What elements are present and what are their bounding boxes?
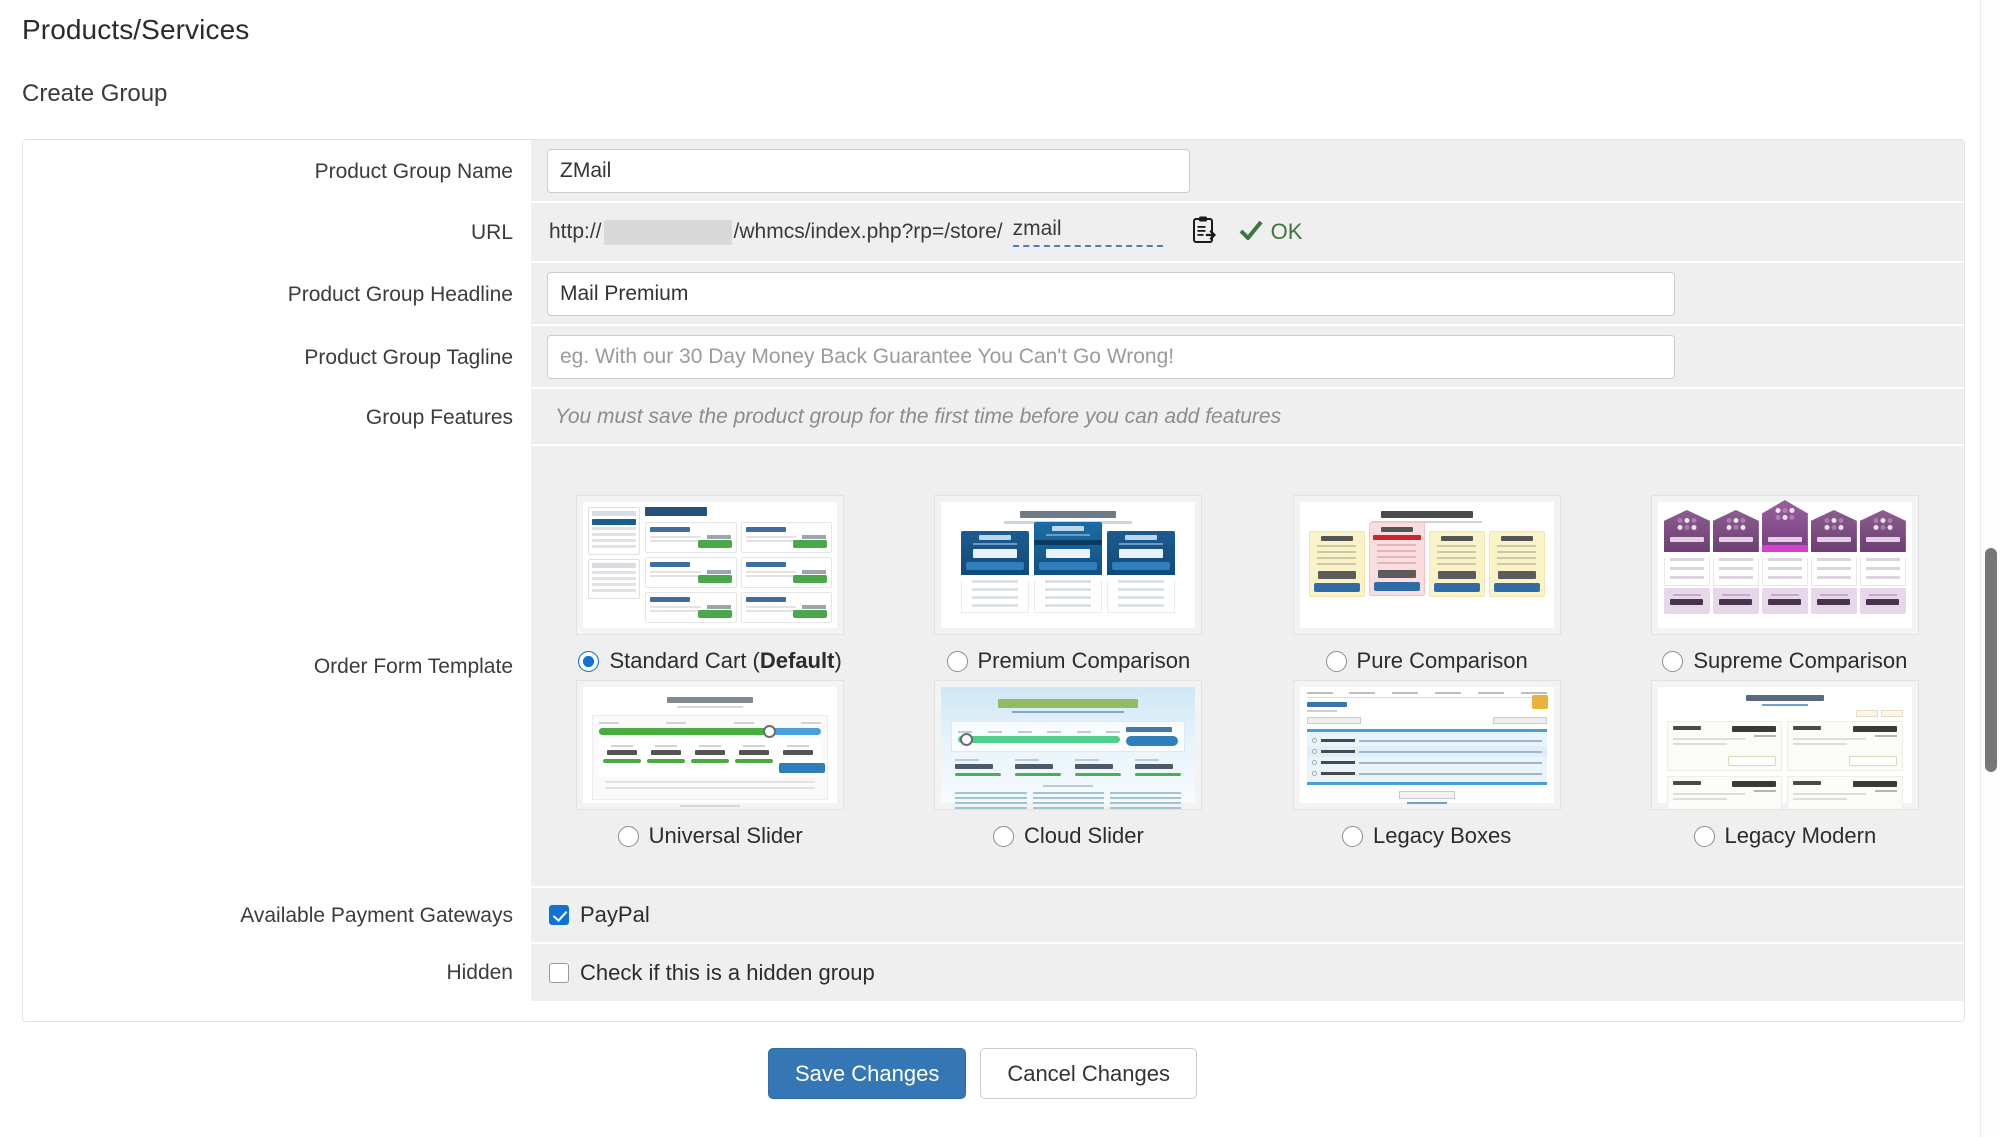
radio-option-standard-cart[interactable]: Standard Cart (Default)	[578, 648, 842, 674]
radio-option-premium-comparison[interactable]: Premium Comparison	[946, 648, 1191, 674]
radio-option-legacy-boxes[interactable]: Legacy Boxes	[1342, 823, 1511, 849]
row-product-group-headline: Product Group Headline	[23, 263, 1964, 326]
thumbnail-standard-cart[interactable]	[576, 495, 845, 635]
template-option-legacy-modern[interactable]: Legacy Modern	[1606, 680, 1964, 849]
hidden-group-toggle[interactable]: Check if this is a hidden group	[531, 960, 875, 986]
checkbox-paypal[interactable]	[549, 905, 569, 925]
radio-supreme-comparison[interactable]	[1662, 650, 1684, 672]
product-group-headline-input[interactable]	[547, 271, 1675, 316]
template-option-premium-comparison[interactable]: Premium Comparison	[889, 495, 1247, 674]
url-slug-editable[interactable]: zmail	[1012, 217, 1163, 247]
url-status: OK	[1239, 219, 1303, 245]
template-option-standard-cart[interactable]: Standard Cart (Default)	[531, 495, 889, 674]
breadcrumb: Products/Services	[22, 14, 250, 45]
label-product-group-name: Product Group Name	[23, 140, 531, 203]
page-scrollbar-thumb[interactable]	[1985, 548, 1997, 772]
template-option-legacy-boxes[interactable]: Legacy Boxes	[1248, 680, 1606, 849]
label-legacy-modern: Legacy Modern	[1724, 823, 1877, 848]
check-icon	[1239, 220, 1263, 245]
thumbnail-pure-comparison[interactable]	[1292, 495, 1561, 635]
label-paypal: PayPal	[580, 902, 650, 927]
thumbnail-legacy-modern[interactable]	[1650, 680, 1919, 810]
radio-option-cloud-slider[interactable]: Cloud Slider	[992, 823, 1144, 849]
url-path: /whmcs/index.php?rp=/store/	[733, 220, 1003, 243]
label-hidden-group: Check if this is a hidden group	[580, 959, 875, 985]
row-order-form-template: Order Form Template Standard Cart (Defau…	[23, 446, 1964, 888]
thumbnail-supreme-comparison[interactable]	[1650, 495, 1919, 635]
row-product-group-tagline: Product Group Tagline	[23, 326, 1964, 389]
cancel-changes-button[interactable]: Cancel Changes	[980, 1048, 1197, 1100]
label-url: URL	[23, 203, 531, 263]
label-cloud-slider: Cloud Slider	[1023, 823, 1144, 848]
template-row-1: Standard Cart (Default) Premium Comparis…	[531, 495, 1964, 674]
save-changes-button[interactable]: Save Changes	[768, 1048, 967, 1100]
label-premium-comparison: Premium Comparison	[977, 648, 1191, 673]
template-option-cloud-slider[interactable]: Cloud Slider	[889, 680, 1247, 849]
create-group-form-panel: Product Group Name URL http:// /whmcs/in…	[22, 139, 1965, 1022]
template-option-universal-slider[interactable]: Universal Slider	[531, 680, 889, 849]
radio-cloud-slider[interactable]	[992, 825, 1014, 847]
gateway-paypal[interactable]: PayPal	[531, 902, 650, 928]
page-scrollbar-track[interactable]	[1980, 0, 2000, 1137]
label-available-payment-gateways: Available Payment Gateways	[23, 888, 531, 944]
radio-premium-comparison[interactable]	[946, 650, 968, 672]
row-available-payment-gateways: Available Payment Gateways PayPal	[23, 888, 1964, 944]
radio-option-pure-comparison[interactable]: Pure Comparison	[1325, 648, 1528, 674]
page-root: Products/Services Create Group Product G…	[0, 0, 2000, 1137]
cart-icon	[1531, 695, 1548, 709]
label-group-features: Group Features	[23, 389, 531, 446]
thumbnail-cloud-slider[interactable]	[934, 680, 1203, 810]
radio-option-legacy-modern[interactable]: Legacy Modern	[1693, 823, 1877, 849]
radio-legacy-boxes[interactable]	[1342, 825, 1364, 847]
label-product-group-headline: Product Group Headline	[23, 263, 531, 326]
order-form-template-grid: Standard Cart (Default) Premium Comparis…	[531, 469, 1964, 863]
clipboard-paste-icon[interactable]	[1191, 216, 1217, 249]
label-supreme-comparison: Supreme Comparison	[1693, 648, 1908, 673]
form-actions: Save Changes Cancel Changes	[0, 1048, 1965, 1100]
product-group-tagline-input[interactable]	[547, 334, 1675, 379]
template-option-pure-comparison[interactable]: Pure Comparison	[1248, 495, 1606, 674]
row-hidden: Hidden Check if this is a hidden group	[23, 944, 1964, 1001]
row-product-group-name: Product Group Name	[23, 140, 1964, 203]
radio-universal-slider[interactable]	[617, 825, 639, 847]
url-host-redacted	[603, 219, 732, 245]
label-pure-comparison: Pure Comparison	[1356, 648, 1528, 673]
label-order-form-template: Order Form Template	[23, 446, 531, 888]
label-standard-cart: Standard Cart (Default)	[609, 648, 842, 673]
template-option-supreme-comparison[interactable]: Supreme Comparison	[1606, 495, 1964, 674]
thumbnail-legacy-boxes[interactable]	[1292, 680, 1561, 810]
radio-option-supreme-comparison[interactable]: Supreme Comparison	[1662, 648, 1907, 674]
radio-legacy-modern[interactable]	[1693, 825, 1715, 847]
url-status-text: OK	[1270, 219, 1303, 244]
checkbox-hidden-group[interactable]	[549, 962, 569, 983]
thumbnail-premium-comparison[interactable]	[934, 495, 1203, 635]
row-url: URL http:// /whmcs/index.php?rp=/store/ …	[23, 203, 1964, 263]
radio-pure-comparison[interactable]	[1325, 650, 1347, 672]
row-group-features: Group Features You must save the product…	[23, 389, 1964, 446]
label-product-group-tagline: Product Group Tagline	[23, 326, 531, 389]
template-row-2: Universal Slider Cloud Slider Legacy Box…	[531, 680, 1964, 849]
url-prefix: http://	[549, 220, 602, 243]
label-hidden: Hidden	[23, 944, 531, 1001]
label-legacy-boxes: Legacy Boxes	[1373, 823, 1512, 848]
thumbnail-universal-slider[interactable]	[576, 680, 845, 810]
radio-standard-cart[interactable]	[578, 650, 600, 672]
radio-option-universal-slider[interactable]: Universal Slider	[617, 823, 803, 849]
product-group-name-input[interactable]	[547, 148, 1190, 193]
page-title: Create Group	[22, 80, 168, 107]
label-universal-slider: Universal Slider	[648, 823, 803, 848]
group-features-note: You must save the product group for the …	[555, 404, 1282, 428]
